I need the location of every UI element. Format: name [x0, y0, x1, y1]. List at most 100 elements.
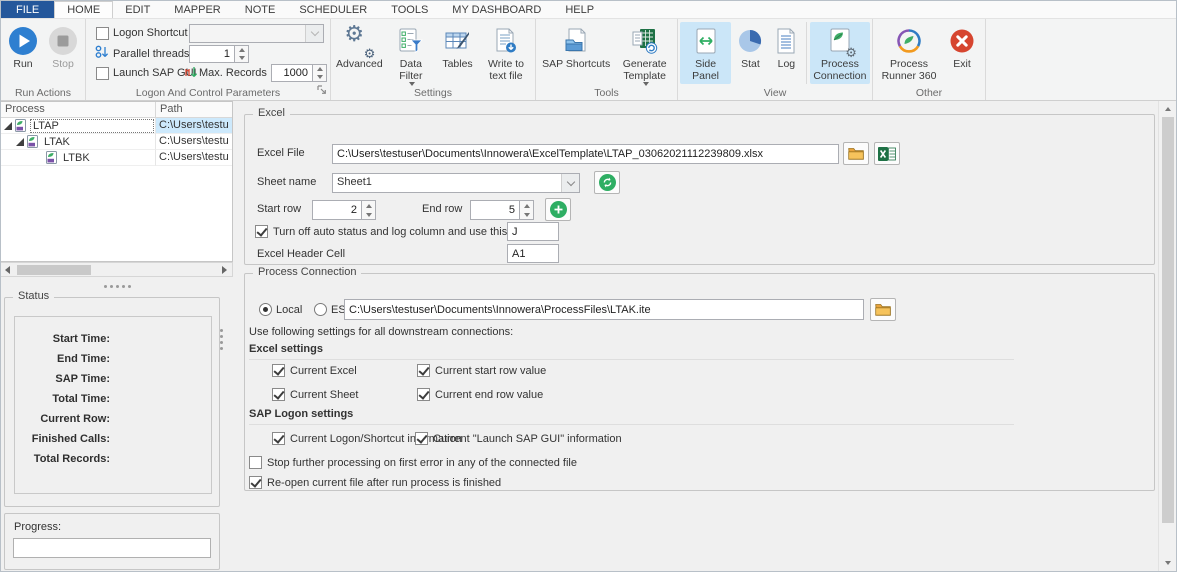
app-window: FILE HOME EDIT MAPPER NOTE SCHEDULER TOO…: [0, 0, 1177, 572]
end-row-input[interactable]: [470, 200, 520, 220]
scroll-left-icon[interactable]: [5, 266, 10, 274]
tree-node-path[interactable]: C:\Users\testu: [156, 118, 232, 134]
start-row-spinner[interactable]: [362, 200, 376, 220]
stop-on-error-checkbox[interactable]: [249, 456, 262, 469]
sap-shortcuts-label: SAP Shortcuts: [542, 58, 610, 70]
menu-tab-scheduler[interactable]: SCHEDULER: [287, 1, 379, 18]
current-start-row-label: Current start row value: [435, 365, 546, 377]
process-connection-icon: ⚙: [827, 24, 853, 58]
tree-horizontal-scrollbar[interactable]: [1, 262, 233, 277]
sheet-name-combo[interactable]: Sheet1: [332, 173, 580, 193]
column-header-process[interactable]: Process: [1, 102, 156, 117]
log-button[interactable]: Log: [770, 22, 803, 72]
excel-file-input[interactable]: [332, 144, 839, 164]
header-cell-input[interactable]: [507, 244, 559, 263]
menu-tab-mapper[interactable]: MAPPER: [162, 1, 232, 18]
chevron-down-icon[interactable]: [561, 174, 579, 192]
generate-template-button[interactable]: Generate Template: [614, 22, 675, 88]
process-runner-360-button[interactable]: Process Runner 360: [877, 22, 941, 84]
exit-label: Exit: [953, 58, 971, 70]
sap-shortcuts-button[interactable]: SAP Shortcuts: [538, 22, 614, 72]
current-end-row-checkbox[interactable]: [417, 388, 430, 401]
log-icon: [775, 24, 797, 58]
expander-icon[interactable]: [16, 138, 24, 146]
tree-node-label[interactable]: LTAP: [30, 119, 154, 133]
tree-node-path[interactable]: C:\Users\testu: [156, 150, 232, 166]
menu-tab-tools[interactable]: TOOLS: [379, 1, 440, 18]
data-filter-button[interactable]: Data Filter: [386, 22, 436, 88]
parallel-threads-spinner[interactable]: [235, 45, 249, 63]
write-to-text-file-button[interactable]: Write to text file: [479, 22, 533, 84]
expander-icon[interactable]: [4, 122, 12, 130]
scroll-up-icon[interactable]: [1159, 101, 1177, 117]
status-field-start-time: Start Time:: [15, 333, 110, 345]
status-column-input[interactable]: [507, 222, 559, 241]
scrollbar-thumb[interactable]: [17, 265, 91, 275]
tables-button[interactable]: Tables: [436, 22, 479, 72]
menu-tab-edit[interactable]: EDIT: [113, 1, 162, 18]
current-start-row-checkbox[interactable]: [417, 364, 430, 377]
reopen-file-checkbox[interactable]: [249, 476, 262, 489]
logon-shortcut-checkbox[interactable]: [96, 27, 109, 40]
menu-tab-my-dashboard[interactable]: MY DASHBOARD: [440, 1, 553, 18]
start-row-input[interactable]: [312, 200, 362, 220]
current-sheet-checkbox[interactable]: [272, 388, 285, 401]
local-radio[interactable]: [259, 303, 272, 316]
max-records-spinner[interactable]: [313, 64, 327, 82]
menu-tab-home[interactable]: HOME: [54, 1, 113, 18]
tree-node-label[interactable]: LTAK: [42, 136, 72, 148]
folder-icon: [848, 147, 864, 160]
side-panel-button[interactable]: Side Panel: [680, 22, 731, 84]
refresh-icon: [599, 174, 616, 191]
sheet-name-value: Sheet1: [333, 174, 561, 192]
tree-row-ltap[interactable]: LTAP C:\Users\testu: [1, 118, 232, 134]
exit-button[interactable]: Exit: [943, 22, 981, 72]
stop-label: Stop: [52, 58, 74, 70]
column-header-path[interactable]: Path: [156, 102, 232, 117]
menu-tab-file[interactable]: FILE: [1, 1, 54, 18]
status-panel: Status Start Time: End Time: SAP Time: T…: [4, 297, 220, 507]
side-panel-icon: [695, 24, 717, 58]
logon-shortcut-combo[interactable]: [189, 24, 324, 43]
status-column-checkbox[interactable]: [255, 225, 268, 238]
process-connection-label: Process Connection: [813, 58, 867, 82]
excel-file-label: Excel File: [257, 147, 305, 159]
tables-icon: [445, 24, 471, 58]
end-row-spinner[interactable]: [520, 200, 534, 220]
launch-info-checkbox[interactable]: [415, 432, 428, 445]
max-records-input[interactable]: [271, 64, 313, 82]
tree-node-label[interactable]: LTBK: [61, 152, 92, 164]
main-vertical-scrollbar[interactable]: [1158, 101, 1176, 571]
tree-node-path[interactable]: C:\Users\testu: [156, 134, 232, 150]
tree-row-ltak[interactable]: LTAK C:\Users\testu: [1, 134, 232, 150]
status-panel-resize-handle[interactable]: [220, 329, 223, 332]
stop-button[interactable]: Stop: [45, 22, 81, 72]
current-excel-checkbox[interactable]: [272, 364, 285, 377]
scroll-down-icon[interactable]: [1159, 555, 1177, 571]
log-label: Log: [778, 58, 796, 70]
process-connection-button[interactable]: ⚙ Process Connection: [810, 22, 870, 84]
eshare-radio[interactable]: [314, 303, 327, 316]
chevron-down-icon[interactable]: [305, 25, 323, 42]
scrollbar-thumb[interactable]: [1162, 117, 1174, 523]
stop-on-error-label: Stop further processing on first error i…: [267, 457, 577, 469]
browse-excel-file-button[interactable]: [843, 142, 869, 165]
parallel-threads-input[interactable]: [189, 45, 235, 63]
add-range-button[interactable]: [545, 198, 571, 221]
connection-path-input[interactable]: [344, 299, 864, 320]
chevron-down-icon: [409, 82, 415, 86]
logon-info-checkbox[interactable]: [272, 432, 285, 445]
tree-row-ltbk[interactable]: LTBK C:\Users\testu: [1, 150, 232, 166]
process-connection-title: Process Connection: [253, 266, 361, 278]
open-in-excel-button[interactable]: [874, 142, 900, 165]
browse-connection-button[interactable]: [870, 298, 896, 321]
launch-sap-gui-checkbox[interactable]: [96, 67, 109, 80]
scroll-right-icon[interactable]: [222, 266, 227, 274]
refresh-sheets-button[interactable]: [594, 171, 620, 194]
menu-tab-note[interactable]: NOTE: [233, 1, 288, 18]
advanced-button[interactable]: ⚙⚙ Advanced: [333, 22, 386, 72]
stat-button[interactable]: Stat: [732, 22, 769, 72]
menu-tab-help[interactable]: HELP: [553, 1, 606, 18]
parallel-threads-icon: [95, 45, 108, 63]
run-button[interactable]: Run: [5, 22, 41, 72]
